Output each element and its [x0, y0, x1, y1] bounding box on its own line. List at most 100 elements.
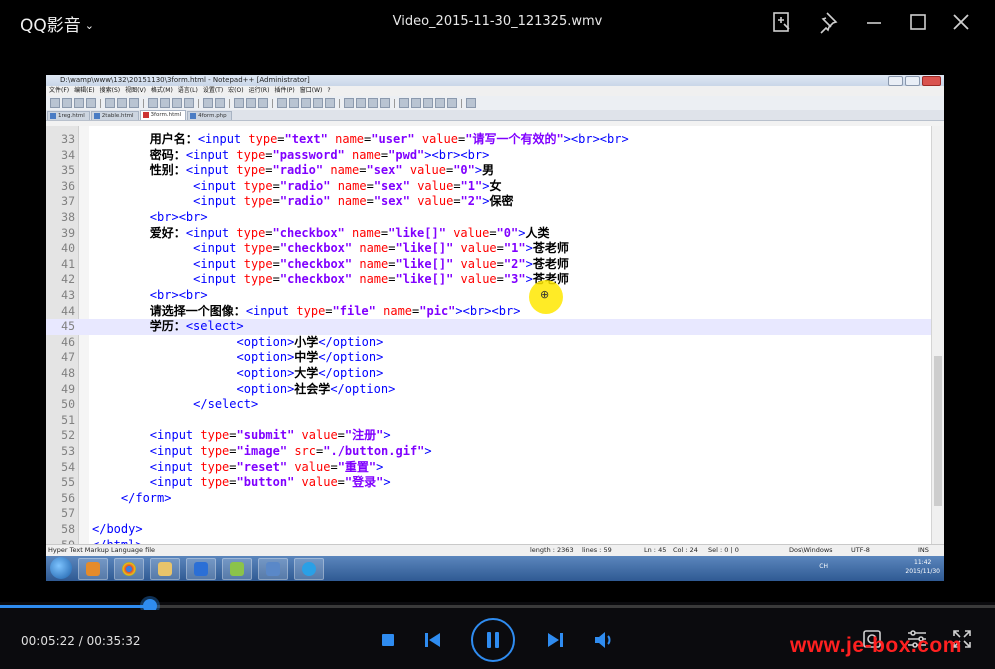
status-ln: Ln : 45	[644, 546, 667, 554]
code-text: <input type="submit" value="注册">	[149, 428, 391, 443]
code-line[interactable]: 46 <option>小学</option>	[46, 335, 932, 351]
line-number: 37	[61, 194, 75, 209]
code-line[interactable]: 54 <input type="reset" value="重置">	[46, 460, 932, 476]
start-button-icon[interactable]	[50, 557, 72, 579]
code-line[interactable]: 43 <br><br>	[46, 288, 932, 304]
chrome-icon[interactable]	[114, 558, 144, 580]
code-line[interactable]: 40 <input type="checkbox" name="like[]" …	[46, 241, 932, 257]
status-length: length : 2363	[530, 546, 574, 554]
code-text: <input type="checkbox" name="like[]" val…	[193, 256, 569, 271]
notepad-menu-item[interactable]: ?	[327, 87, 330, 94]
notepad-menu-item[interactable]: 格式(M)	[151, 87, 173, 94]
notepad-tab[interactable]: 1reg.html	[47, 111, 90, 120]
pause-icon[interactable]	[471, 618, 515, 662]
code-line[interactable]: 42 <input type="checkbox" name="like[]" …	[46, 272, 932, 288]
screenshot-icon[interactable]	[770, 10, 794, 34]
code-line[interactable]: 38 <br><br>	[46, 210, 932, 226]
notepad-menu-item[interactable]: 编辑(E)	[74, 87, 94, 94]
code-line[interactable]: 37 <input type="radio" name="sex" value=…	[46, 194, 932, 210]
previous-icon[interactable]	[424, 632, 442, 648]
code-text: <br><br>	[149, 210, 208, 224]
line-number: 33	[61, 132, 75, 146]
code-text: </select>	[193, 397, 259, 412]
notepad-menu-item[interactable]: 插件(P)	[274, 87, 294, 94]
line-number: 34	[61, 147, 75, 162]
code-line[interactable]: 53 <input type="image" src="./button.gif…	[46, 444, 932, 460]
notepad-tab[interactable]: 3form.html	[139, 110, 187, 120]
status-mode: INS	[918, 546, 929, 554]
notepad-menu-item[interactable]: 设置(T)	[203, 87, 223, 94]
status-file-type: Hyper Text Markup Language file	[48, 546, 155, 554]
line-number: 57	[61, 506, 75, 521]
taskbar-app-icon[interactable]	[78, 558, 108, 580]
seek-bar[interactable]	[0, 599, 995, 613]
notepad-menu-item[interactable]: 视图(V)	[125, 87, 146, 94]
notepad-tab[interactable]: 4form.php	[187, 111, 232, 120]
scrollbar-thumb[interactable]	[934, 356, 942, 506]
editor-vertical-scrollbar[interactable]	[931, 126, 944, 544]
notepad-window: D:\wamp\www\132\20151130\3form.html - No…	[46, 75, 944, 581]
next-icon[interactable]	[546, 632, 564, 648]
screen-capture-icon[interactable]	[258, 558, 288, 580]
code-text: <option>大学</option>	[236, 366, 384, 380]
stop-icon[interactable]	[381, 633, 395, 647]
code-line[interactable]: 36 <input type="radio" name="sex" value=…	[46, 179, 932, 195]
notepad-menu-item[interactable]: 语言(L)	[178, 87, 198, 94]
notepad-tab[interactable]: 2table.html	[90, 111, 139, 120]
code-text: 请选择一个图像：<input type="file" name="pic"><b…	[149, 303, 521, 318]
code-line[interactable]: 50 </select>	[46, 397, 932, 413]
line-number: 44	[61, 303, 75, 318]
close-icon[interactable]	[949, 10, 973, 34]
line-number: 39	[61, 225, 75, 240]
code-line[interactable]: 45 学历：<select>	[46, 319, 932, 335]
code-line[interactable]: 52 <input type="submit" value="注册">	[46, 428, 932, 444]
line-number: 45	[61, 319, 75, 334]
windows-taskbar: CH 11:42 2015/11/30	[46, 556, 944, 581]
code-line[interactable]: 39 爱好：<input type="checkbox" name="like[…	[46, 226, 932, 242]
notepad-menu-item[interactable]: 窗口(W)	[300, 87, 323, 94]
folder-icon[interactable]	[150, 558, 180, 580]
code-editor[interactable]: 33 用户名：<input type="text" name="user" va…	[46, 126, 932, 544]
video-frame[interactable]: D:\wamp\www\132\20151130\3form.html - No…	[0, 46, 995, 602]
time-separator: /	[74, 634, 87, 648]
notepad-menu-item[interactable]: 宏(O)	[228, 87, 243, 94]
ie-icon[interactable]	[294, 558, 324, 580]
notepad-menu-item[interactable]: 运行(R)	[249, 87, 270, 94]
maximize-icon[interactable]	[906, 10, 930, 34]
code-line[interactable]: 41 <input type="checkbox" name="like[]" …	[46, 257, 932, 273]
code-line[interactable]: 35 性别：<input type="radio" name="sex" val…	[46, 163, 932, 179]
minimize-icon[interactable]	[862, 10, 886, 34]
line-number: 46	[61, 334, 75, 349]
notepad-window-controls	[888, 76, 941, 86]
notepad-menu-item[interactable]: 搜索(S)	[100, 87, 121, 94]
volume-icon[interactable]	[594, 631, 614, 649]
line-number: 51	[61, 412, 75, 427]
code-text: 用户名：<input type="text" name="user" value…	[149, 132, 629, 146]
time-total: 00:35:32	[86, 634, 141, 648]
code-line[interactable]: 56 </form>	[46, 491, 932, 507]
pin-icon[interactable]	[818, 10, 842, 34]
code-line[interactable]: 58 </body>	[46, 522, 932, 538]
code-line[interactable]: 48 <option>大学</option>	[46, 366, 932, 382]
code-line[interactable]: 47 <option>中学</option>	[46, 350, 932, 366]
code-line[interactable]: 51	[46, 413, 932, 429]
notepad-menu-bar: 文件(F) 编辑(E) 搜索(S) 视图(V) 格式(M) 语言(L) 设置(T) 宏(O) 运…	[46, 86, 944, 96]
clock-date: 2015/11/30	[905, 568, 940, 575]
status-col: Col : 24	[673, 546, 698, 554]
notepad-title-bar: D:\wamp\www\132\20151130\3form.html - No…	[46, 75, 944, 86]
line-number: 40	[61, 241, 75, 256]
code-line[interactable]: 55 <input type="button" value="登录">	[46, 475, 932, 491]
notepad-plus-icon[interactable]	[222, 558, 252, 580]
code-line[interactable]: 34 密码：<input type="password" name="pwd">…	[46, 148, 932, 164]
line-number: 52	[61, 428, 75, 443]
word-icon[interactable]	[186, 558, 216, 580]
notepad-title: D:\wamp\www\132\20151130\3form.html - No…	[60, 76, 310, 84]
code-line[interactable]: 33 用户名：<input type="text" name="user" va…	[46, 132, 932, 148]
code-line[interactable]: 49 <option>社会学</option>	[46, 382, 932, 398]
notepad-menu-item[interactable]: 文件(F)	[49, 87, 69, 94]
code-line[interactable]: 57	[46, 506, 932, 522]
line-number: 56	[61, 490, 75, 505]
code-text: <br><br>	[149, 288, 208, 302]
line-number: 48	[61, 366, 75, 380]
code-line[interactable]: 44 请选择一个图像：<input type="file" name="pic"…	[46, 304, 932, 320]
